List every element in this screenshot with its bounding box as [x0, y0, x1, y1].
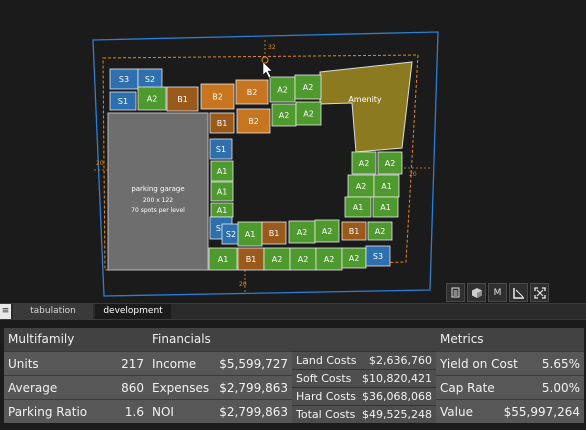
- unit-label: A1: [380, 203, 391, 212]
- unit-label: A1: [245, 230, 256, 239]
- garage-size: 200 x 122: [143, 197, 173, 204]
- unit-label: A1: [381, 182, 392, 191]
- unit-label: S2: [226, 230, 236, 239]
- financials-row: NOI $2,799,863: [148, 399, 292, 423]
- cost-row: Land Costs $2,636,760: [292, 351, 436, 369]
- dim-top: 32: [268, 44, 276, 51]
- menu-icon[interactable]: ≡: [0, 304, 11, 319]
- unit-label: B1: [269, 229, 280, 238]
- metrics-title: Metrics: [436, 328, 584, 351]
- cost-row: Hard Costs $36,068,068: [292, 387, 436, 405]
- multifamily-row: Parking Ratio 1.6: [4, 399, 148, 423]
- tab-tabulation[interactable]: tabulation: [13, 304, 93, 319]
- unit-label: A1: [353, 203, 364, 212]
- unit-label: A1: [217, 167, 228, 176]
- dim-left: 20: [96, 160, 104, 167]
- multifamily-title: Multifamily: [4, 328, 148, 351]
- metrics-row: Yield on Cost 5.65%: [436, 351, 584, 375]
- multifamily-row: Average 860: [4, 375, 148, 399]
- unit-label: A2: [277, 86, 288, 95]
- mouse-cursor: [262, 61, 273, 79]
- financials-row: Expenses $2,799,863: [148, 375, 292, 399]
- garage-spots: 70 spots per level: [131, 207, 185, 214]
- amenity-label: Amenity: [348, 95, 382, 104]
- summary-panel: Multifamily Units 217 Average 860 Parking …: [4, 328, 584, 424]
- metrics-row: Value $55,997,264: [436, 399, 584, 423]
- cost-row: Soft Costs $10,820,421: [292, 369, 436, 387]
- tab-development[interactable]: development: [95, 304, 171, 319]
- unit-label: A1: [217, 188, 228, 197]
- dim-bottom: 20: [239, 281, 247, 288]
- financials-row: Income $5,599,727: [148, 351, 292, 375]
- unit-label: S3: [119, 75, 129, 84]
- multifamily-row: Units 217: [4, 351, 148, 375]
- unit-label: A2: [297, 228, 308, 237]
- unit-label: A2: [322, 227, 333, 236]
- tab-bar: ≡ tabulation development: [0, 303, 586, 320]
- unit-label: A2: [356, 182, 367, 191]
- view-toolbar: M: [446, 283, 549, 302]
- multifamily-section: Multifamily Units 217 Average 860 Parking …: [4, 328, 148, 424]
- garage-title: parking garage: [131, 185, 184, 193]
- financials-title: Financials: [148, 328, 436, 351]
- unit-label: A2: [272, 255, 283, 264]
- unit-label: S1: [216, 145, 226, 154]
- unit-label: A2: [147, 95, 158, 104]
- unit-label: A1: [217, 206, 228, 215]
- site-plan: 32 20 20 20 parking garage 200 x 122 70 …: [92, 31, 439, 297]
- unit-label: A2: [375, 227, 386, 236]
- fullscreen-icon[interactable]: [530, 283, 549, 302]
- unit-label: B2: [248, 117, 259, 126]
- unit-label: B2: [212, 93, 223, 102]
- unit-label: B2: [247, 88, 258, 97]
- metrics-row: Cap Rate 5.00%: [436, 375, 584, 399]
- unit-label: S3: [373, 252, 383, 261]
- unit-label: A2: [298, 255, 309, 264]
- site-plan-canvas[interactable]: 32 20 20 20 parking garage 200 x 122 70 …: [0, 0, 586, 300]
- unit-label: S2: [145, 75, 155, 84]
- measure-label: M: [493, 287, 502, 298]
- report-icon[interactable]: [446, 283, 465, 302]
- unit-label: B1: [349, 227, 360, 236]
- unit-label: A2: [279, 111, 290, 120]
- metrics-section: Metrics Yield on Cost 5.65% Cap Rate 5.00%…: [436, 328, 584, 424]
- unit-label: A2: [303, 110, 314, 119]
- unit-label: B1: [217, 119, 228, 128]
- unit-label: A2: [303, 83, 314, 92]
- measure-icon[interactable]: M: [488, 283, 507, 302]
- dim-right: 20: [409, 171, 417, 178]
- unit-label: B1: [177, 95, 188, 104]
- unit-label: A2: [324, 255, 335, 264]
- amenity-block: [319, 61, 413, 153]
- unit-label: A2: [349, 254, 360, 263]
- corner-icon[interactable]: [509, 283, 528, 302]
- unit-label: A2: [385, 159, 396, 168]
- unit-label: B1: [246, 255, 257, 264]
- unit-label: A2: [359, 159, 370, 168]
- cost-row: Total Costs $49,525,248: [292, 405, 436, 423]
- unit-label: A1: [218, 255, 229, 264]
- cube-icon[interactable]: [467, 283, 486, 302]
- financials-section: Financials Income $5,599,727 Expenses $2,7…: [148, 328, 436, 424]
- unit-label: S1: [118, 97, 128, 106]
